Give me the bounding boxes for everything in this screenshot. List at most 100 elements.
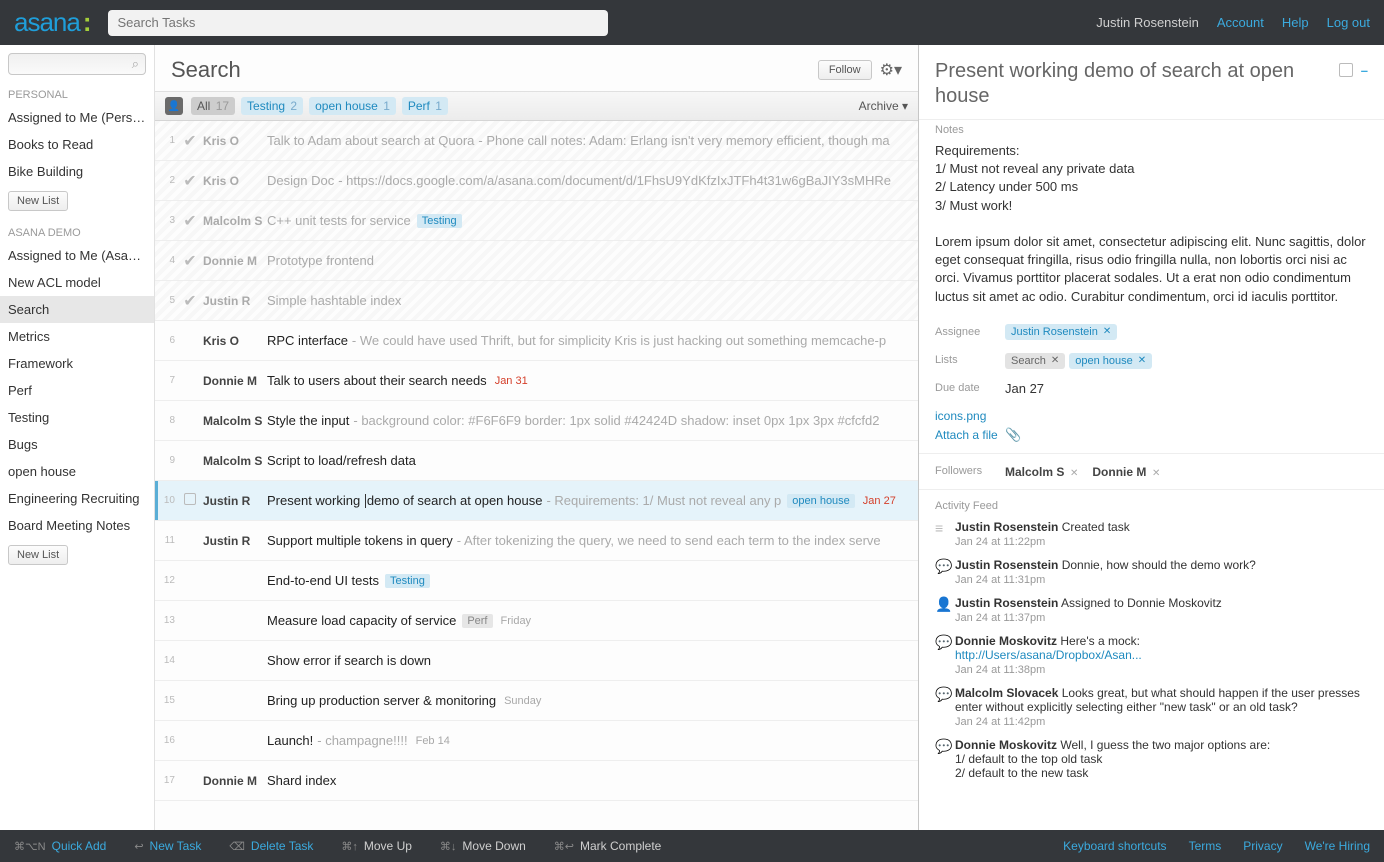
shortcut-item[interactable]: ↩New Task: [134, 839, 201, 853]
sidebar-item[interactable]: Board Meeting Notes: [0, 512, 154, 539]
shortcut-item[interactable]: ⌘↓Move Down: [440, 839, 526, 853]
help-link[interactable]: Help: [1282, 15, 1309, 30]
comment-icon: 💬: [935, 686, 955, 728]
notes-body[interactable]: Requirements: 1/ Must not reveal any pri…: [935, 142, 1368, 306]
attach-file-link[interactable]: Attach a file: [935, 428, 998, 442]
task-row[interactable]: 11Justin RSupport multiple tokens in que…: [155, 521, 918, 561]
row-assignee: Justin R: [201, 294, 267, 308]
search-icon: ⌕: [132, 56, 139, 72]
task-row[interactable]: 8Malcolm SStyle the input - background c…: [155, 401, 918, 441]
task-row[interactable]: 9Malcolm SScript to load/refresh data: [155, 441, 918, 481]
filter-bar: 👤 All 17 Testing 2 open house 1 Perf 1 Arch…: [155, 91, 918, 121]
follower-name[interactable]: Donnie M: [1092, 465, 1146, 479]
search-input[interactable]: [108, 10, 608, 36]
complete-check-icon[interactable]: ✔: [179, 131, 201, 151]
task-row[interactable]: 12End-to-end UI testsTesting: [155, 561, 918, 601]
sidebar-item[interactable]: Engineering Recruiting: [0, 485, 154, 512]
follower-name[interactable]: Malcolm S: [1005, 465, 1064, 479]
sidebar-item[interactable]: Assigned to Me (Personal): [0, 104, 154, 131]
sidebar-item[interactable]: New ACL model: [0, 269, 154, 296]
task-row[interactable]: 13Measure load capacity of servicePerfFr…: [155, 601, 918, 641]
follow-button[interactable]: Follow: [818, 60, 872, 80]
workspace-search[interactable]: ⌕: [8, 53, 146, 75]
task-tag[interactable]: Testing: [417, 214, 462, 228]
sidebar-item[interactable]: Testing: [0, 404, 154, 431]
task-row[interactable]: 5✔Justin RSimple hashtable index: [155, 281, 918, 321]
footer-link[interactable]: Terms: [1189, 839, 1222, 853]
task-row[interactable]: 6Kris ORPC interface - We could have use…: [155, 321, 918, 361]
footer-link[interactable]: Privacy: [1243, 839, 1282, 853]
list-header: Search Follow ⚙▾: [155, 45, 918, 91]
due-date-value[interactable]: Jan 27: [1005, 381, 1044, 396]
task-row[interactable]: 3✔Malcolm SC++ unit tests for serviceTes…: [155, 201, 918, 241]
list-chip[interactable]: open house✕: [1069, 353, 1152, 369]
task-row[interactable]: 7Donnie MTalk to users about their searc…: [155, 361, 918, 401]
filter-pill[interactable]: Perf 1: [402, 97, 448, 115]
filter-pill[interactable]: All 17: [191, 97, 235, 115]
activity-feed-label: Activity Feed: [935, 500, 1368, 512]
comment-icon: 💬: [935, 634, 955, 676]
account-link[interactable]: Account: [1217, 15, 1264, 30]
sidebar-item[interactable]: open house: [0, 458, 154, 485]
task-row[interactable]: 4✔Donnie MPrototype frontend: [155, 241, 918, 281]
task-row[interactable]: 1✔Kris OTalk to Adam about search at Quo…: [155, 121, 918, 161]
sidebar-item[interactable]: Perf: [0, 377, 154, 404]
remove-icon[interactable]: ✕: [1138, 355, 1146, 366]
task-row[interactable]: 10Justin RPresent working demo of search…: [155, 481, 918, 521]
task-row[interactable]: 16Launch! - champagne!!!!Feb 14: [155, 721, 918, 761]
person-icon[interactable]: 👤: [165, 97, 183, 115]
sidebar-item[interactable]: Bike Building: [0, 158, 154, 185]
list-chip[interactable]: Search✕: [1005, 353, 1065, 369]
new-list-button[interactable]: New List: [8, 545, 68, 565]
filter-pill[interactable]: Testing 2: [241, 97, 303, 115]
task-tag[interactable]: Testing: [385, 574, 430, 588]
current-user: Justin Rosenstein: [1096, 15, 1199, 30]
detail-title[interactable]: Present working demo of search at open h…: [935, 59, 1329, 109]
complete-checkbox[interactable]: [1339, 63, 1353, 77]
new-list-button[interactable]: New List: [8, 191, 68, 211]
task-row[interactable]: 2✔Kris ODesign Doc - https://docs.google…: [155, 161, 918, 201]
sidebar-item[interactable]: Books to Read: [0, 131, 154, 158]
footer-link[interactable]: We're Hiring: [1305, 839, 1370, 853]
remove-icon[interactable]: ✕: [1070, 468, 1078, 479]
shortcut-item[interactable]: ⌘↑Move Up: [341, 839, 412, 853]
remove-icon[interactable]: ✕: [1103, 326, 1111, 337]
complete-check-icon[interactable]: ✔: [179, 291, 201, 311]
lists-label: Lists: [935, 354, 1005, 366]
complete-check-icon[interactable]: ✔: [179, 171, 201, 191]
row-assignee: Kris O: [201, 174, 267, 188]
task-tag[interactable]: open house: [787, 494, 855, 508]
archive-dropdown[interactable]: Archive ▾: [859, 99, 908, 113]
minimize-icon[interactable]: –: [1361, 63, 1368, 78]
shortcut-item[interactable]: ⌫Delete Task: [229, 839, 313, 853]
complete-check-icon[interactable]: [179, 492, 201, 510]
sidebar-item[interactable]: Framework: [0, 350, 154, 377]
footer-link[interactable]: Keyboard shortcuts: [1063, 839, 1166, 853]
feed-link[interactable]: http://Users/asana/Dropbox/Asan...: [955, 648, 1142, 662]
assignee-chip[interactable]: Justin Rosenstein✕: [1005, 324, 1117, 340]
task-list-pane: Search Follow ⚙▾ 👤 All 17 Testing 2 open h…: [155, 45, 919, 830]
task-row[interactable]: 15Bring up production server & monitorin…: [155, 681, 918, 721]
task-row[interactable]: 14Show error if search is down: [155, 641, 918, 681]
row-number: 16: [155, 735, 179, 746]
task-tag[interactable]: Perf: [462, 614, 492, 628]
attachment-link[interactable]: icons.png: [935, 409, 986, 423]
sidebar-item[interactable]: Assigned to Me (Asana DEMO)🔒: [0, 242, 154, 269]
task-due-date: Feb 14: [416, 735, 450, 747]
feed-item: 💬Justin Rosenstein Donnie, how should th…: [935, 558, 1368, 586]
task-row[interactable]: 17Donnie MShard index: [155, 761, 918, 801]
complete-check-icon[interactable]: ✔: [179, 211, 201, 231]
followers-label: Followers: [935, 465, 1005, 477]
filter-pill[interactable]: open house 1: [309, 97, 396, 115]
gear-icon[interactable]: ⚙▾: [880, 60, 902, 80]
shortcut-item[interactable]: ⌘↩Mark Complete: [554, 839, 662, 853]
remove-icon[interactable]: ✕: [1152, 468, 1160, 479]
row-number: 6: [155, 335, 179, 346]
sidebar-item[interactable]: Metrics: [0, 323, 154, 350]
sidebar-item[interactable]: Bugs: [0, 431, 154, 458]
sidebar-item[interactable]: Search: [0, 296, 154, 323]
logout-link[interactable]: Log out: [1327, 15, 1370, 30]
remove-icon[interactable]: ✕: [1051, 355, 1059, 366]
complete-check-icon[interactable]: ✔: [179, 251, 201, 271]
shortcut-item[interactable]: ⌘⌥NQuick Add: [14, 839, 106, 853]
